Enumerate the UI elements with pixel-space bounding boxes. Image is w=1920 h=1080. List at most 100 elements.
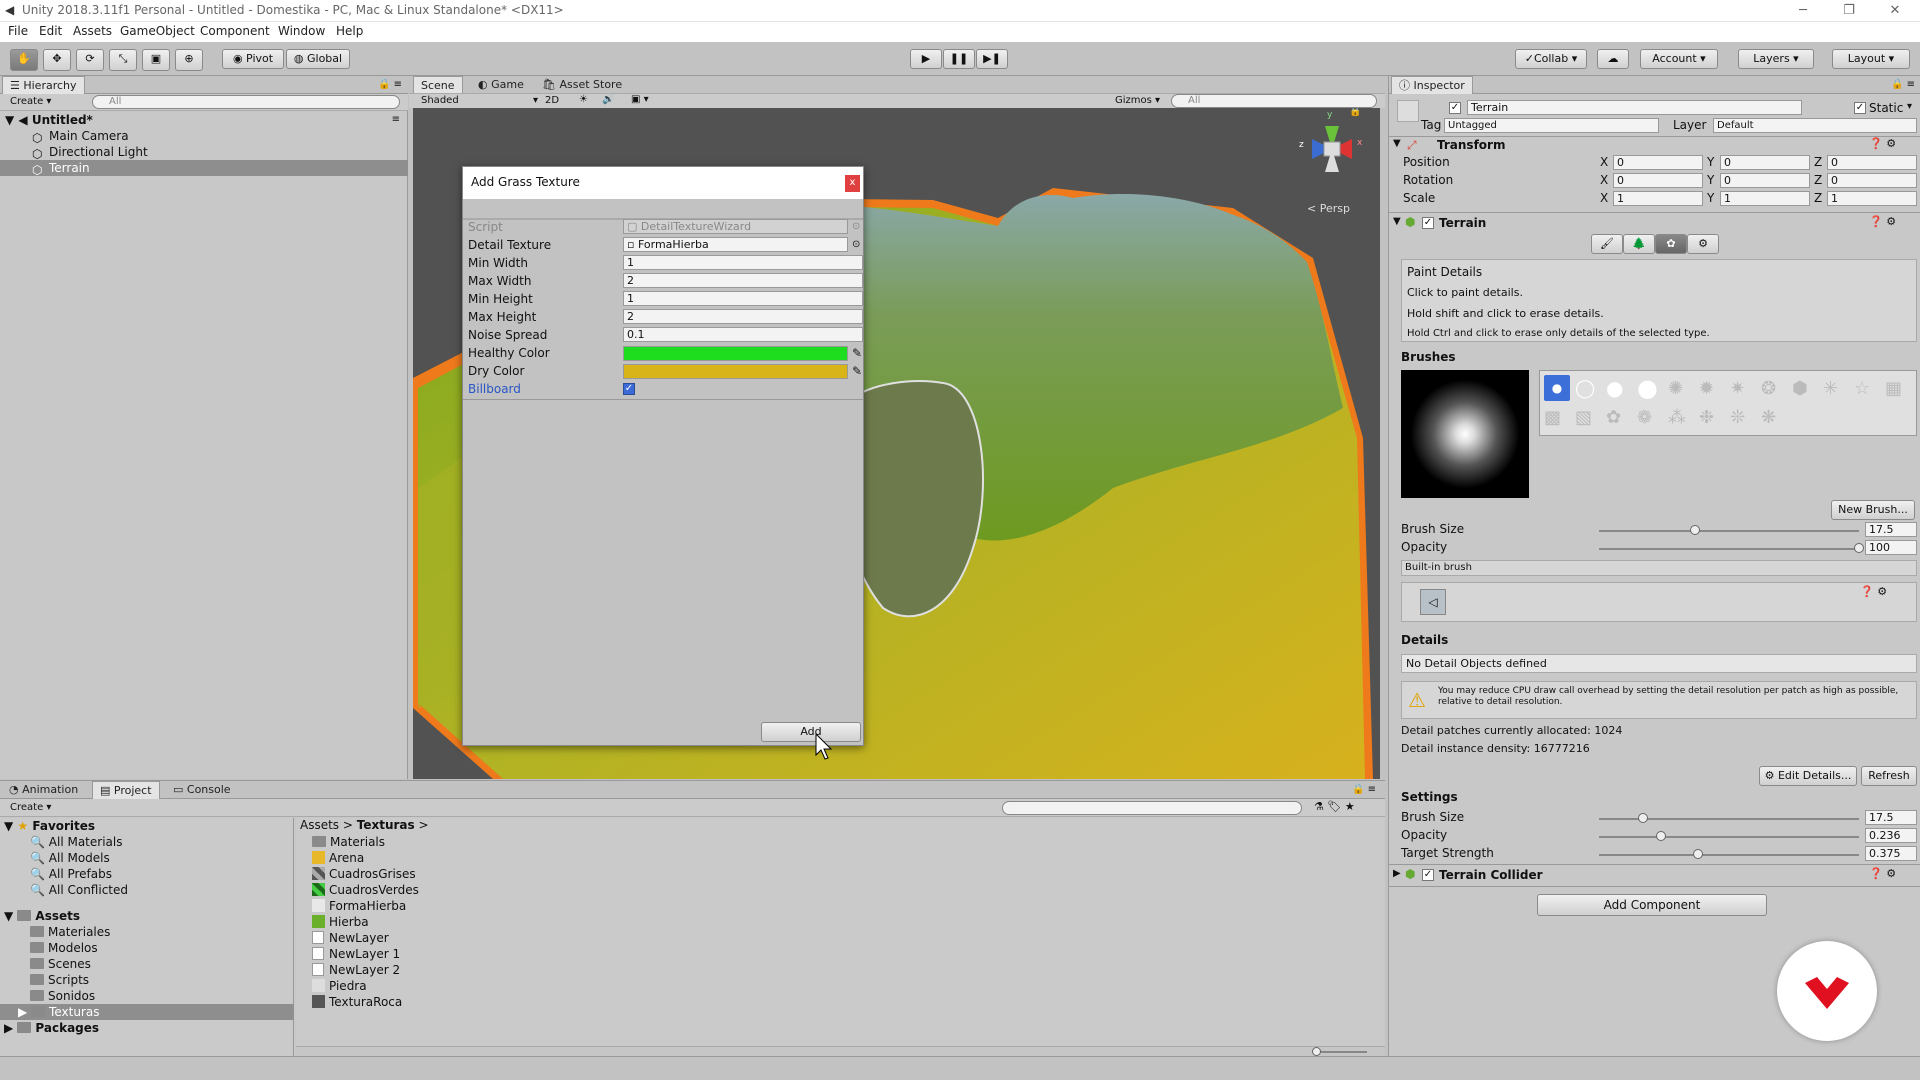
brush-item[interactable]: ✺ [1668,378,1683,399]
brush-item[interactable]: ✳ [1823,378,1838,399]
file-item[interactable]: NewLayer 2 [312,962,400,978]
favorite-item[interactable]: 🔍 All Models [30,850,110,866]
brush-size-input[interactable]: 17.5 [1865,522,1917,537]
favorites-header[interactable]: ▼ ★ Favorites [4,818,95,834]
edit-details-button[interactable]: ⚙ Edit Details... [1759,766,1857,786]
component-settings-icon[interactable]: ❓ ⚙ [1869,215,1896,228]
file-item[interactable]: CuadrosGrises [312,866,416,882]
favorite-item[interactable]: 🔍 All Prefabs [30,866,112,882]
audio-icon[interactable]: 🔊 [602,94,614,105]
file-item[interactable]: Arena [312,850,364,866]
min-width-input[interactable]: 1 [623,255,863,270]
paint-terrain-tool-icon[interactable]: 🖌 [1591,234,1623,254]
menu-file[interactable]: File [8,24,28,38]
dry-color-swatch[interactable] [623,364,848,379]
component-settings-icon[interactable]: ❓ ⚙ [1860,585,1887,598]
shading-dropdown[interactable]: Shaded ▾ [421,95,541,106]
detail-texture-field[interactable]: ▫ FormaHierba [623,237,848,252]
eyedropper-icon[interactable]: ✎ [852,344,862,362]
add-button[interactable]: Add [761,722,861,742]
breadcrumb-assets[interactable]: Assets [300,818,339,832]
menu-edit[interactable]: Edit [39,24,62,38]
scale-tool-icon[interactable]: ⤡ [109,49,137,71]
brush-item[interactable]: ● [1637,374,1658,402]
project-search-input[interactable] [1002,801,1302,815]
panel-menu-icon[interactable]: 🔒 ≡ [1352,784,1376,795]
scene-menu-icon[interactable]: ≡ [392,112,400,128]
noise-spread-input[interactable]: 0.1 [623,327,863,342]
favorite-item[interactable]: 🔍 All Conflicted [30,882,128,898]
hierarchy-item-terrain[interactable]: ⬡ Terrain [0,160,408,177]
folder-item[interactable]: Scripts [30,972,89,988]
file-item[interactable]: Materials [312,834,385,850]
max-width-input[interactable]: 2 [623,273,863,288]
scale-z-input[interactable]: 1 [1827,191,1917,206]
settings-brush-size-input[interactable]: 17.5 [1865,810,1917,825]
step-button[interactable]: ▶❚ [976,49,1008,69]
active-checkbox[interactable]: ✓ [1449,102,1461,114]
object-name-input[interactable]: Terrain [1467,100,1802,115]
hierarchy-item-main-camera[interactable]: ⬡ Main Camera [0,128,408,145]
folder-item[interactable]: Scenes [30,956,91,972]
layout-dropdown[interactable]: Layout ▾ [1832,49,1910,69]
opacity-slider-track[interactable] [1599,548,1859,550]
rotation-x-input[interactable]: 0 [1613,173,1703,188]
chevron-down-icon[interactable]: ▾ [1907,101,1912,112]
tab-inspector[interactable]: ⓘ Inspector [1391,76,1473,94]
folder-item[interactable]: Materiales [30,924,110,940]
paint-details-tool-icon[interactable]: ✿ [1655,234,1687,254]
brush-size-slider-track[interactable] [1599,530,1859,532]
brush-item[interactable]: ❊ [1730,407,1745,428]
brush-item[interactable]: ▦ [1885,378,1902,399]
target-strength-slider-track[interactable] [1599,854,1859,856]
transform-tool-icon[interactable]: ⊕ [175,49,203,71]
eyedropper-icon[interactable]: ✎ [852,362,862,380]
panel-menu-icon[interactable]: 🔒 ≡ [1891,79,1915,90]
position-y-input[interactable]: 0 [1720,155,1810,170]
layers-dropdown[interactable]: Layers ▾ [1738,49,1814,69]
opacity-input[interactable]: 100 [1865,540,1917,555]
cloud-icon[interactable]: ☁ [1597,49,1629,69]
collab-dropdown[interactable]: ✓Collab ▾ [1515,49,1587,69]
hand-tool-icon[interactable]: ✋ [10,49,38,71]
dialog-close-button[interactable]: x [845,175,860,192]
global-button[interactable]: ◍ Global [286,49,350,69]
menu-gameobject[interactable]: GameObject [120,24,195,38]
file-item[interactable]: NewLayer 1 [312,946,400,962]
object-picker-icon[interactable]: ⊙ [852,236,860,254]
mode-2d-toggle[interactable]: 2D [545,95,559,106]
billboard-checkbox[interactable]: ✓ [623,383,635,395]
brush-item[interactable]: ▧ [1575,407,1592,428]
settings-opacity-slider-track[interactable] [1599,836,1859,838]
file-item[interactable]: Hierba [312,914,369,930]
scale-y-input[interactable]: 1 [1720,191,1810,206]
brush-item[interactable]: ✿ [1606,407,1621,428]
settings-opacity-slider-knob[interactable] [1656,831,1667,841]
add-component-button[interactable]: Add Component [1537,894,1767,916]
account-dropdown[interactable]: Account ▾ [1640,49,1718,69]
file-item[interactable]: Piedra [312,978,367,994]
tab-asset-store[interactable]: 🛍 Asset Store [535,76,629,94]
pause-button[interactable]: ❚❚ [943,49,975,69]
brush-item[interactable]: ❂ [1761,378,1776,399]
target-strength-slider-knob[interactable] [1692,849,1703,859]
folder-item[interactable]: Modelos [30,940,98,956]
tab-console[interactable]: ▭ Console [166,781,238,799]
move-tool-icon[interactable]: ✥ [43,49,71,71]
brush-item[interactable]: ● [1606,376,1623,400]
scale-x-input[interactable]: 1 [1613,191,1703,206]
tab-scene[interactable]: Scene [413,76,463,94]
brush-item[interactable]: ❉ [1699,407,1714,428]
rotation-z-input[interactable]: 0 [1827,173,1917,188]
persp-label[interactable]: < Persp [1307,202,1350,215]
scene-root-row[interactable]: ▼ ◀ Untitled* ≡ [0,112,408,128]
refresh-button[interactable]: Refresh [1861,766,1917,786]
position-x-input[interactable]: 0 [1613,155,1703,170]
component-settings-icon[interactable]: ❓ ⚙ [1869,137,1896,150]
project-create-dropdown[interactable]: Create ▾ [10,802,51,813]
brush-item[interactable]: ◯ [1575,378,1595,399]
brush-item[interactable]: ✹ [1699,378,1714,399]
position-z-input[interactable]: 0 [1827,155,1917,170]
max-height-input[interactable]: 2 [623,309,863,324]
tab-project[interactable]: ▤ Project [92,781,160,799]
